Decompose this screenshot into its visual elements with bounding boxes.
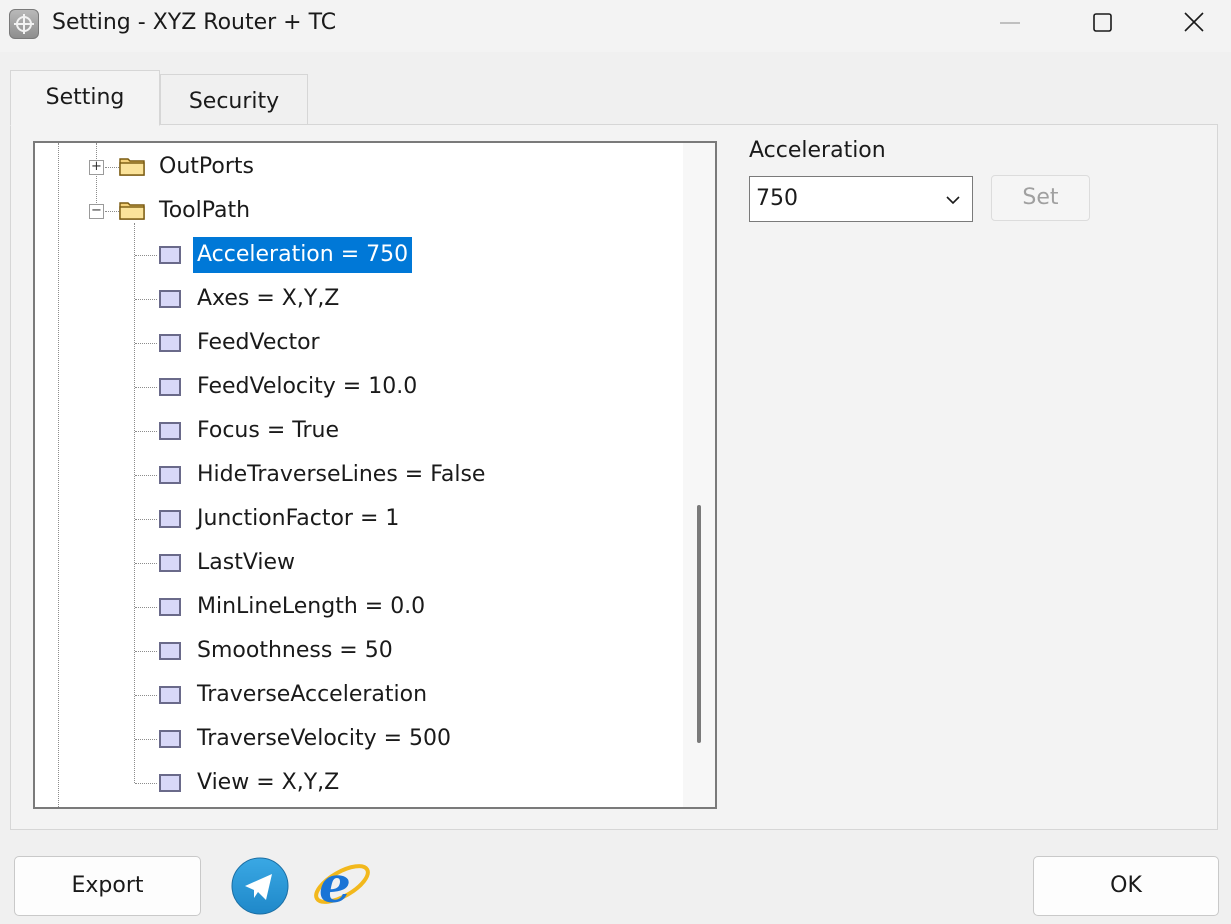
value-combobox[interactable]: 750 bbox=[749, 176, 973, 222]
tab-setting[interactable]: Setting bbox=[10, 70, 160, 126]
tree-item[interactable]: Acceleration = 750 bbox=[193, 237, 413, 273]
property-icon bbox=[159, 774, 181, 792]
window-title: Setting - XYZ Router + TC bbox=[52, 10, 337, 35]
tree-item[interactable]: HideTraverseLines = False bbox=[193, 457, 489, 493]
tree-item[interactable]: Smoothness = 50 bbox=[193, 633, 397, 669]
property-icon bbox=[159, 422, 181, 440]
tab-security[interactable]: Security bbox=[160, 74, 308, 124]
property-icon bbox=[159, 686, 181, 704]
tree-line bbox=[135, 387, 157, 388]
tree-item[interactable]: MinLineLength = 0.0 bbox=[193, 589, 429, 625]
telegram-icon[interactable] bbox=[230, 856, 290, 916]
close-icon bbox=[1184, 12, 1204, 32]
close-button[interactable] bbox=[1148, 0, 1231, 48]
tab-setting-label: Setting bbox=[45, 85, 125, 110]
tab-security-label: Security bbox=[188, 89, 280, 114]
tree-item[interactable]: TraverseVelocity = 500 bbox=[193, 721, 455, 757]
property-icon bbox=[159, 290, 181, 308]
maximize-icon bbox=[1093, 13, 1112, 32]
title-bar: Setting - XYZ Router + TC bbox=[0, 0, 1231, 52]
tree-line bbox=[135, 431, 157, 432]
minimize-icon bbox=[1000, 22, 1020, 24]
property-icon bbox=[159, 642, 181, 660]
chevron-down-icon bbox=[946, 196, 960, 205]
tree-item[interactable]: Focus = True bbox=[193, 413, 343, 449]
tree-node-outports[interactable]: OutPorts bbox=[155, 149, 258, 185]
tree-item[interactable]: FeedVector bbox=[193, 325, 324, 361]
tree-line bbox=[134, 223, 135, 783]
folder-icon bbox=[119, 202, 145, 220]
export-button[interactable]: Export bbox=[14, 856, 201, 916]
collapse-toolpath-button[interactable]: − bbox=[89, 204, 104, 219]
tree-line bbox=[135, 475, 157, 476]
tree-line bbox=[135, 651, 157, 652]
tree-node-toolpath[interactable]: ToolPath bbox=[155, 193, 254, 229]
tree-line bbox=[135, 519, 157, 520]
tree-line bbox=[135, 695, 157, 696]
tree-line bbox=[105, 167, 119, 168]
tree-item[interactable]: Axes = X,Y,Z bbox=[193, 281, 343, 317]
tree-item[interactable]: View = X,Y,Z bbox=[193, 765, 343, 801]
maximize-button[interactable] bbox=[1056, 0, 1148, 48]
tree-line bbox=[135, 299, 157, 300]
property-name-label: Acceleration bbox=[749, 138, 886, 163]
tree-item[interactable]: FeedVelocity = 10.0 bbox=[193, 369, 421, 405]
ok-button[interactable]: OK bbox=[1033, 856, 1219, 916]
tree-line bbox=[135, 739, 157, 740]
svg-text:e: e bbox=[319, 855, 351, 914]
property-icon bbox=[159, 510, 181, 528]
tree-line bbox=[135, 563, 157, 564]
value-combobox-text: 750 bbox=[756, 186, 798, 211]
property-icon bbox=[159, 466, 181, 484]
property-icon bbox=[159, 554, 181, 572]
tree-item[interactable]: LastView bbox=[193, 545, 299, 581]
tree-line bbox=[135, 255, 157, 256]
tree-line bbox=[135, 783, 157, 784]
settings-tree[interactable]: + OutPorts − ToolPath Acceleration = 750… bbox=[33, 141, 717, 809]
minimize-button[interactable] bbox=[964, 0, 1056, 48]
tree-item[interactable]: TraverseAcceleration bbox=[193, 677, 431, 713]
tree-line bbox=[135, 607, 157, 608]
folder-icon bbox=[119, 158, 145, 176]
property-icon bbox=[159, 246, 181, 264]
property-icon bbox=[159, 378, 181, 396]
tree-scrollbar-thumb[interactable] bbox=[697, 505, 701, 743]
tree-line bbox=[105, 211, 119, 212]
property-icon bbox=[159, 334, 181, 352]
tree-line bbox=[135, 343, 157, 344]
set-button[interactable]: Set bbox=[991, 175, 1090, 221]
tree-line bbox=[58, 143, 59, 807]
property-icon bbox=[159, 730, 181, 748]
tree-item[interactable]: JunctionFactor = 1 bbox=[193, 501, 403, 537]
property-icon bbox=[159, 598, 181, 616]
expand-outports-button[interactable]: + bbox=[89, 160, 104, 175]
app-icon[interactable] bbox=[9, 9, 39, 39]
internet-explorer-icon[interactable]: e bbox=[311, 852, 373, 916]
